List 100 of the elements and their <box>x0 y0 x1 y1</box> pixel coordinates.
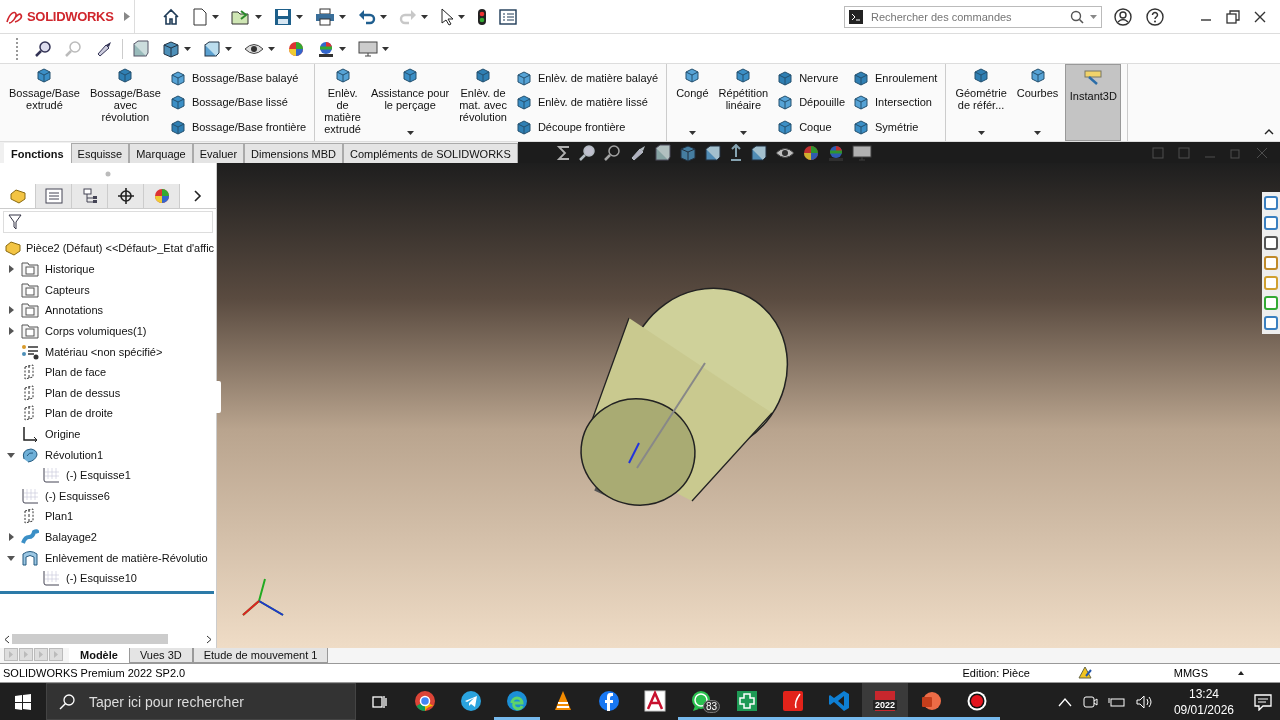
tree-item[interactable]: Capteurs <box>45 283 90 296</box>
magnifier-icon[interactable] <box>578 143 597 162</box>
close-icon[interactable] <box>1254 10 1266 23</box>
ribbon-button[interactable]: Dépouille <box>775 93 847 112</box>
feature-icon[interactable] <box>1029 67 1046 83</box>
app-icon[interactable] <box>736 690 758 712</box>
feature-icon[interactable] <box>777 118 794 135</box>
feature-icon[interactable] <box>684 67 701 83</box>
app-icon[interactable] <box>506 690 528 712</box>
color-ball-icon[interactable] <box>801 143 820 162</box>
feature-icon[interactable] <box>973 67 990 83</box>
ribbon-button[interactable]: Coque <box>775 117 847 136</box>
tree-item[interactable]: Plan de dessus <box>45 386 121 399</box>
panel-tab[interactable] <box>72 184 108 208</box>
ribbon-button[interactable]: Enlèv. de matière balayé <box>513 69 661 88</box>
taskbar-button[interactable]: 2022 <box>862 683 908 720</box>
tree-item[interactable]: Balayage2 <box>45 531 97 543</box>
list-icon[interactable] <box>44 188 63 204</box>
collapsed-arrow-icon[interactable] <box>7 533 15 541</box>
monitor-icon[interactable] <box>851 143 872 162</box>
feature-icon[interactable] <box>777 94 794 111</box>
taskbar-search-field[interactable]: Taper ici pour rechercher <box>46 683 356 720</box>
feature-icon[interactable] <box>475 67 492 83</box>
view-tab[interactable]: Etude de mouvement 1 <box>192 648 329 663</box>
view-tab[interactable]: Modèle <box>69 648 129 663</box>
speaker-icon[interactable] <box>1135 693 1154 710</box>
filter-field[interactable] <box>3 211 213 233</box>
task-pane-icon[interactable] <box>1263 195 1279 211</box>
caret-up-icon[interactable] <box>1238 671 1244 675</box>
task-view-icon[interactable] <box>371 693 387 710</box>
tree-item[interactable]: Origine <box>45 428 81 441</box>
chevron-up-icon[interactable] <box>1057 696 1072 707</box>
panel-tab[interactable] <box>108 184 144 208</box>
color-ball-icon[interactable] <box>317 39 335 58</box>
search-icon[interactable] <box>59 693 75 710</box>
task-pane-icon[interactable] <box>1263 235 1279 251</box>
section-view-icon[interactable] <box>653 143 672 162</box>
ribbon-button[interactable]: Enlèv. de matière extrudé <box>321 64 364 141</box>
app-icon[interactable] <box>460 690 482 712</box>
box-icon[interactable] <box>703 143 722 162</box>
tree-item[interactable]: (-) Esquisse10 <box>66 572 137 585</box>
feature-icon[interactable] <box>515 70 532 87</box>
sigma-icon[interactable] <box>555 144 572 161</box>
feature-icon[interactable] <box>36 67 53 83</box>
tree-item[interactable]: Plan1 <box>45 510 74 523</box>
tree-item[interactable]: Corps volumiques(1) <box>45 325 147 338</box>
panel-grip[interactable] <box>213 381 221 413</box>
scroll-left-icon[interactable] <box>4 634 10 644</box>
collapsed-arrow-icon[interactable] <box>7 265 15 274</box>
expanded-arrow-icon[interactable] <box>7 450 15 459</box>
ribbon-button[interactable]: Géométrie de référ... <box>952 64 1010 141</box>
rebuild-icon[interactable] <box>1077 666 1092 680</box>
command-tab[interactable]: Dimensions MBD <box>244 143 343 163</box>
command-search-field[interactable]: Rechercher des commandes <box>844 5 1102 28</box>
cube-icon[interactable] <box>162 39 180 58</box>
ribbon-button[interactable]: Bossage/Base extrudé <box>6 64 83 141</box>
ribbon-button[interactable]: Bossage/Base balayé <box>167 69 309 88</box>
ribbon-button[interactable]: Intersection <box>851 93 940 112</box>
search-icon[interactable] <box>1070 9 1084 24</box>
expand-arrow-icon[interactable] <box>124 12 130 21</box>
feature-icon[interactable] <box>735 67 752 83</box>
feature-icon[interactable] <box>169 70 186 87</box>
scroll-right-icon[interactable] <box>206 634 212 644</box>
taskbar-button[interactable]: 83 <box>678 683 724 720</box>
ribbon-button[interactable]: Symétrie <box>851 117 940 136</box>
color-ball-icon[interactable] <box>152 187 171 205</box>
tree-item[interactable]: Annotations <box>45 304 104 317</box>
feature-icon[interactable] <box>515 118 532 135</box>
feature-icon[interactable] <box>853 94 869 111</box>
tree-item[interactable]: Historique <box>45 263 95 276</box>
help-icon[interactable] <box>1146 7 1164 26</box>
ribbon-button[interactable]: Découpe frontière <box>513 117 661 136</box>
ribbon-button[interactable]: Assistance pour le perçage <box>367 64 453 141</box>
command-tab[interactable]: Evaluer <box>192 143 245 163</box>
app-icon[interactable] <box>782 690 804 712</box>
ribbon-button[interactable]: Enroulement <box>851 69 940 88</box>
filter-icon[interactable] <box>8 214 22 230</box>
feature-icon[interactable] <box>402 67 419 83</box>
app-icon[interactable] <box>414 690 436 712</box>
tree-root[interactable]: Pièce2 (Défaut) <<Défaut>_Etat d'affic <box>26 242 215 254</box>
ribbon-button[interactable]: Courbes <box>1013 64 1062 141</box>
collapsed-arrow-icon[interactable] <box>7 327 15 336</box>
printer-icon[interactable] <box>315 7 335 26</box>
ribbon-button[interactable]: Bossage/Base avec révolution <box>86 64 164 141</box>
tree-item[interactable]: Matériau <non spécifié> <box>45 345 163 358</box>
user-icon[interactable] <box>1114 7 1132 26</box>
task-pane-icon[interactable] <box>1263 215 1279 231</box>
notification-icon[interactable] <box>1254 692 1272 711</box>
feature-icon[interactable] <box>117 67 134 83</box>
app-icon[interactable] <box>553 690 573 712</box>
app-icon[interactable] <box>598 690 620 712</box>
feature-icon[interactable] <box>853 118 869 135</box>
ribbon-button[interactable]: Répétition linéaire <box>715 64 772 141</box>
collapse-caret-icon[interactable] <box>1264 129 1274 135</box>
magnifier-icon[interactable] <box>603 143 622 162</box>
ribbon-button[interactable]: Enlèv. de mat. avec révolution <box>456 64 510 141</box>
ribbon-button[interactable]: Bossage/Base lissé <box>167 93 309 112</box>
task-pane-icon[interactable] <box>1263 315 1279 331</box>
document-icon[interactable] <box>192 7 208 26</box>
ribbon-button[interactable]: Nervure <box>775 69 847 88</box>
